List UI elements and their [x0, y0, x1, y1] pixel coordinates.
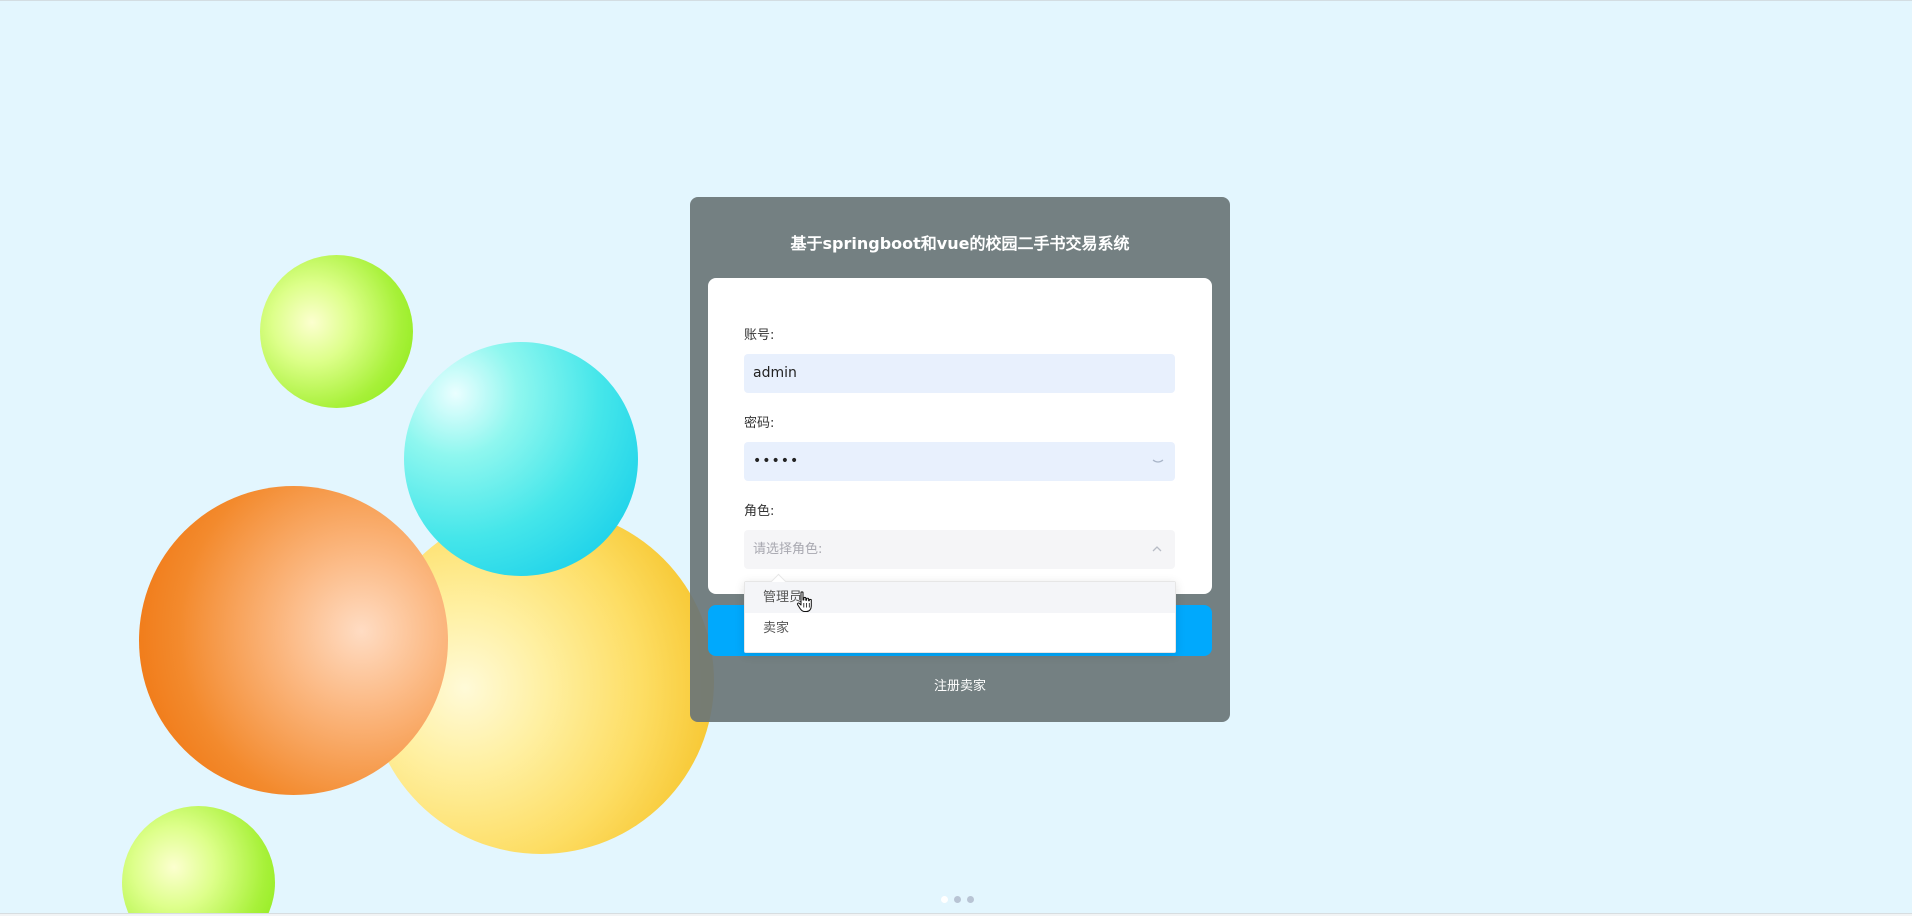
- username-label: 账号:: [744, 328, 775, 343]
- username-input[interactable]: admin: [744, 354, 1175, 393]
- login-form: 账号: admin 密码: ••••• 角色: 请选择角色:: [708, 278, 1212, 594]
- eye-icon[interactable]: [1151, 454, 1165, 468]
- carousel-dot-3[interactable]: [967, 896, 974, 903]
- role-label: 角色:: [744, 504, 775, 519]
- dropdown-option-seller[interactable]: 卖家: [745, 613, 1175, 644]
- decorative-cyan-ball: [404, 342, 638, 576]
- carousel-dot-2[interactable]: [954, 896, 961, 903]
- password-input[interactable]: •••••: [744, 442, 1175, 481]
- carousel-dots: [941, 896, 974, 904]
- login-page: 基于springboot和vue的校园二手书交易系统 账号: admin 密码:…: [0, 0, 1912, 916]
- role-placeholder: 请选择角色:: [753, 542, 823, 557]
- decorative-green-ball-bottom: [122, 806, 275, 916]
- username-value: admin: [753, 365, 797, 381]
- register-seller-link[interactable]: 注册卖家: [690, 675, 1230, 694]
- system-title: 基于springboot和vue的校园二手书交易系统: [790, 234, 1130, 253]
- password-label: 密码:: [744, 416, 775, 431]
- pointer-hand-icon: [796, 591, 814, 613]
- password-value: •••••: [753, 453, 800, 469]
- carousel-dot-1[interactable]: [941, 896, 948, 903]
- decorative-orange-ball: [139, 486, 448, 795]
- role-select[interactable]: 请选择角色:: [744, 530, 1175, 569]
- decorative-green-ball-top: [260, 255, 413, 408]
- chevron-up-icon: [1151, 543, 1163, 555]
